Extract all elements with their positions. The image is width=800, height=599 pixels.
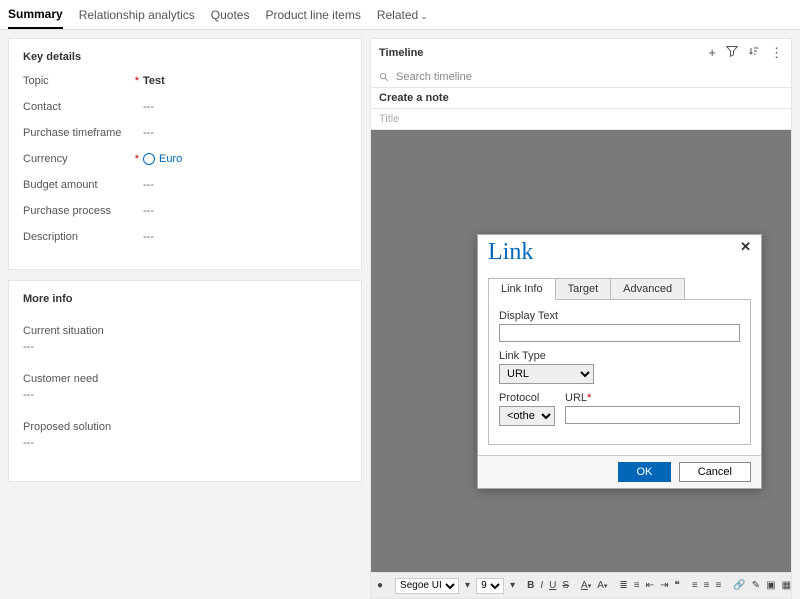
card-title: Key details bbox=[23, 51, 347, 63]
quote-icon[interactable]: ❝ bbox=[674, 578, 679, 594]
dialog-tabs: Link InfoTargetAdvanced bbox=[488, 278, 751, 300]
close-icon[interactable]: ✕ bbox=[740, 239, 751, 255]
dialog-title: Link bbox=[488, 239, 533, 266]
field-currency[interactable]: Currency*Euro bbox=[23, 153, 347, 165]
url-input[interactable] bbox=[565, 406, 740, 424]
search-icon bbox=[379, 72, 390, 83]
timeline-title: Timeline bbox=[379, 47, 423, 59]
main-tabstrip: Summary Relationship analytics Quotes Produ… bbox=[0, 0, 800, 30]
display-text-label: Display Text bbox=[499, 310, 740, 322]
strike-icon[interactable]: S bbox=[562, 578, 569, 594]
note-editor-canvas[interactable]: Link ✕ Link InfoTargetAdvanced Display T… bbox=[370, 130, 792, 573]
cancel-button[interactable]: Cancel bbox=[679, 462, 751, 482]
field-label: Customer need bbox=[23, 373, 347, 385]
font-size-select[interactable]: 9 bbox=[476, 578, 504, 594]
field-description[interactable]: Description--- bbox=[23, 231, 347, 243]
field-value: Test bbox=[143, 75, 165, 87]
more-info-customer-need[interactable]: Customer need --- bbox=[23, 373, 347, 401]
create-note-label: Create a note bbox=[370, 88, 792, 109]
underline-icon[interactable]: U bbox=[549, 578, 556, 594]
number-list-icon[interactable]: ≡ bbox=[634, 578, 640, 594]
field-label: Topic* bbox=[23, 75, 143, 87]
font-family-select[interactable]: Segoe UI bbox=[395, 578, 459, 594]
more-info-card: More info Current situation---Customer n… bbox=[8, 280, 362, 482]
search-placeholder: Search timeline bbox=[396, 71, 472, 83]
dialog-tab-target[interactable]: Target bbox=[555, 278, 612, 300]
chevron-down-icon[interactable]: ▾ bbox=[510, 578, 515, 594]
field-contact[interactable]: Contact--- bbox=[23, 101, 347, 113]
chevron-down-icon[interactable]: ▾ bbox=[465, 578, 470, 594]
field-label: Purchase process bbox=[23, 205, 143, 217]
field-value: --- bbox=[143, 205, 154, 217]
field-label: Description bbox=[23, 231, 143, 243]
field-budget-amount[interactable]: Budget amount--- bbox=[23, 179, 347, 191]
sort-icon[interactable] bbox=[748, 45, 760, 61]
tab-summary[interactable]: Summary bbox=[8, 1, 63, 29]
tab-related[interactable]: Related⌄ bbox=[377, 2, 428, 28]
currency-icon bbox=[143, 153, 155, 165]
personalize-icon[interactable]: ✎ bbox=[752, 578, 760, 594]
display-text-input[interactable] bbox=[499, 324, 740, 342]
field-label: Purchase timeframe bbox=[23, 127, 143, 139]
field-value: --- bbox=[143, 179, 154, 191]
field-value: Euro bbox=[143, 153, 182, 165]
field-value: --- bbox=[143, 101, 154, 113]
backcolor-icon[interactable]: A▾ bbox=[597, 578, 607, 594]
bold-icon[interactable]: B bbox=[527, 578, 534, 594]
left-column: Key details Topic*TestContact---Purchase… bbox=[0, 30, 370, 599]
more-info-proposed-solution[interactable]: Proposed solution --- bbox=[23, 421, 347, 449]
align-left-icon[interactable]: ≡ bbox=[692, 578, 698, 594]
forecolor-icon[interactable]: A▾ bbox=[581, 578, 591, 594]
note-title-input[interactable]: Title bbox=[370, 109, 792, 130]
timeline-header: Timeline + ⋮ bbox=[370, 38, 792, 67]
field-label: Budget amount bbox=[23, 179, 143, 191]
bullet-list-icon[interactable]: ≣ bbox=[619, 578, 627, 594]
link-type-label: Link Type bbox=[499, 350, 740, 362]
timeline-search[interactable]: Search timeline bbox=[370, 67, 792, 88]
indicator-icon[interactable]: ● bbox=[377, 578, 383, 594]
align-center-icon[interactable]: ≡ bbox=[704, 578, 710, 594]
field-value: --- bbox=[143, 231, 154, 243]
url-label: URL* bbox=[565, 392, 740, 404]
key-details-card: Key details Topic*TestContact---Purchase… bbox=[8, 38, 362, 270]
link-dialog: Link ✕ Link InfoTargetAdvanced Display T… bbox=[477, 234, 762, 489]
field-purchase-process[interactable]: Purchase process--- bbox=[23, 205, 347, 217]
more-icon[interactable]: ⋮ bbox=[770, 45, 783, 61]
table-icon[interactable]: ▦ bbox=[782, 578, 791, 594]
field-label: Proposed solution bbox=[23, 421, 347, 433]
tab-product-line-items[interactable]: Product line items bbox=[265, 2, 360, 28]
right-column: Timeline + ⋮ Search timeline Create a no… bbox=[370, 30, 800, 599]
field-label: Current situation bbox=[23, 325, 347, 337]
tab-relationship-analytics[interactable]: Relationship analytics bbox=[79, 2, 195, 28]
more-info-current-situation[interactable]: Current situation --- bbox=[23, 325, 347, 353]
italic-icon[interactable]: I bbox=[540, 578, 543, 594]
field-value: --- bbox=[23, 389, 347, 401]
dialog-tab-link-info[interactable]: Link Info bbox=[488, 278, 556, 300]
field-label: Contact bbox=[23, 101, 143, 113]
protocol-label: Protocol bbox=[499, 392, 555, 404]
field-value: --- bbox=[23, 437, 347, 449]
indent-icon[interactable]: ⇥ bbox=[660, 578, 668, 594]
field-value: --- bbox=[23, 341, 347, 353]
field-label: Currency* bbox=[23, 153, 143, 165]
outdent-icon[interactable]: ⇤ bbox=[646, 578, 654, 594]
card-title: More info bbox=[23, 293, 347, 305]
link-type-select[interactable]: URL bbox=[499, 364, 594, 384]
align-right-icon[interactable]: ≡ bbox=[716, 578, 722, 594]
tab-quotes[interactable]: Quotes bbox=[211, 2, 250, 28]
dialog-tab-advanced[interactable]: Advanced bbox=[610, 278, 685, 300]
link-icon[interactable]: 🔗 bbox=[733, 578, 745, 594]
add-icon[interactable]: + bbox=[708, 45, 716, 61]
field-purchase-timeframe[interactable]: Purchase timeframe--- bbox=[23, 127, 347, 139]
rte-toolbar: ● Segoe UI ▾ 9 ▾ B I U S A▾ A▾ ≣ ≡ ⇤ ⇥ ❝… bbox=[370, 573, 792, 599]
dialog-body: Display Text Link Type URL Protocol <oth… bbox=[488, 299, 751, 445]
field-value: --- bbox=[143, 127, 154, 139]
image-icon[interactable]: ▣ bbox=[766, 578, 775, 594]
ok-button[interactable]: OK bbox=[618, 462, 672, 482]
protocol-select[interactable]: <other> bbox=[499, 406, 555, 426]
filter-icon[interactable] bbox=[726, 45, 738, 61]
field-topic[interactable]: Topic*Test bbox=[23, 75, 347, 87]
